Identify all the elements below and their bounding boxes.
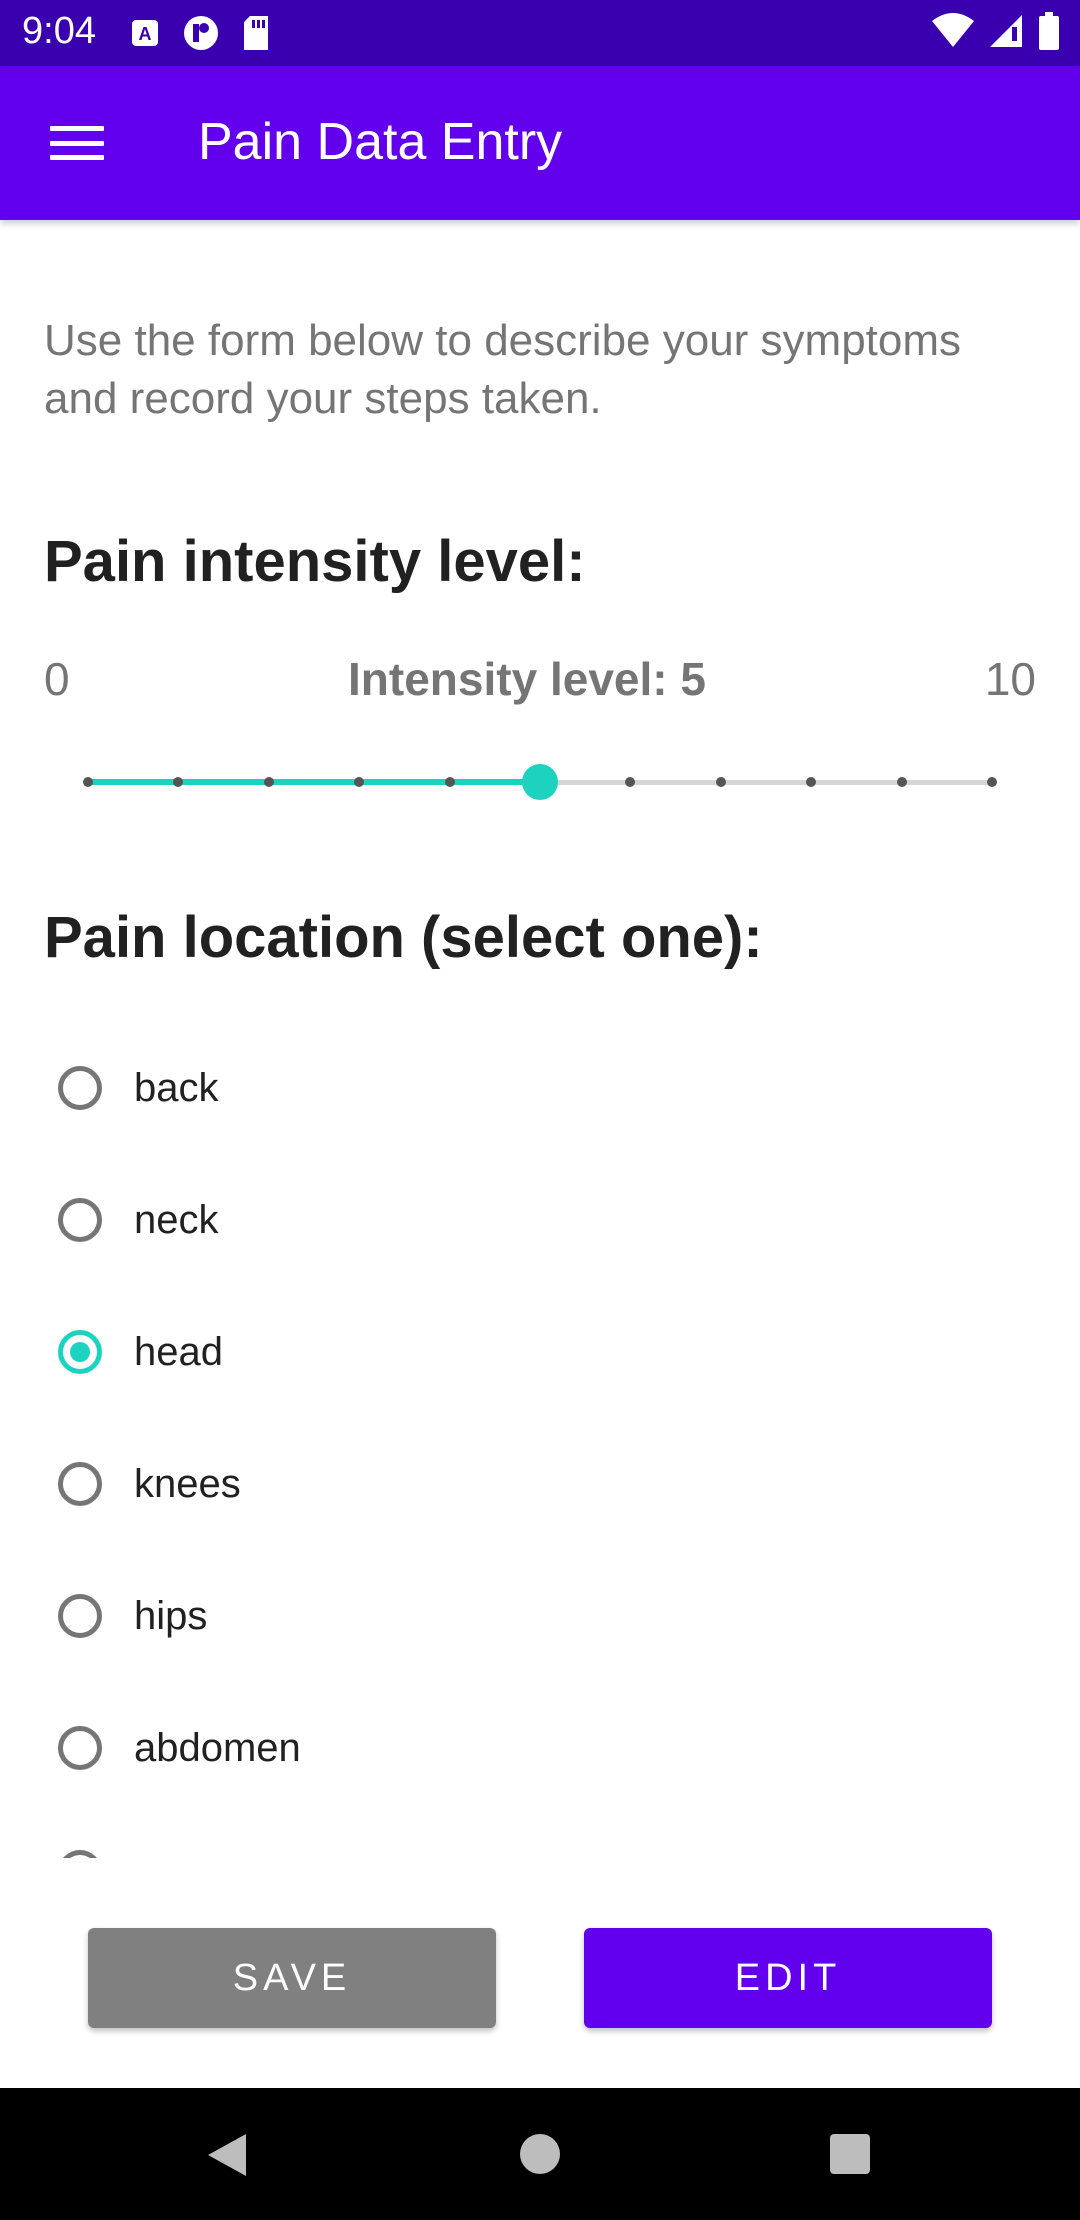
radio-label: knees xyxy=(134,1461,241,1506)
status-icons-left: A xyxy=(130,14,270,57)
intensity-value-label-wrap: Intensity level: 5 xyxy=(0,652,1080,706)
radio-label: back xyxy=(134,1065,219,1110)
slider-tick xyxy=(173,777,184,787)
signal-icon xyxy=(988,13,1024,54)
slider-thumb[interactable] xyxy=(522,764,558,800)
radio-option-abdomen[interactable]: abdomen xyxy=(58,1708,658,1788)
app-title: Pain Data Entry xyxy=(198,113,563,171)
slider-tick xyxy=(354,777,365,787)
home-icon[interactable] xyxy=(520,2134,560,2174)
recents-icon[interactable] xyxy=(830,2134,870,2174)
radio-button-checked[interactable] xyxy=(58,1330,102,1374)
slider-track-fill xyxy=(88,779,540,785)
radio-option-knees[interactable]: knees xyxy=(58,1444,658,1524)
status-time: 9:04 xyxy=(22,10,96,52)
intensity-heading: Pain intensity level: xyxy=(44,529,586,594)
radio-option-hips[interactable]: hips xyxy=(58,1576,658,1656)
save-button[interactable]: SAVE xyxy=(88,1928,496,2028)
status-bar: 9:04 A xyxy=(0,0,1080,66)
radio-option-back[interactable]: back xyxy=(58,1048,658,1128)
hamburger-menu-icon[interactable] xyxy=(40,116,114,170)
svg-text:A: A xyxy=(139,24,152,44)
intensity-slider[interactable] xyxy=(83,764,997,800)
radio-option-head[interactable]: head xyxy=(58,1312,658,1392)
radio-option-neck[interactable]: neck xyxy=(58,1180,658,1260)
radio-button[interactable] xyxy=(58,1594,102,1638)
slider-tick xyxy=(715,777,726,787)
slider-tick xyxy=(444,777,455,787)
intensity-value-label: Intensity level: 5 xyxy=(348,653,706,705)
data-saver-icon xyxy=(182,14,220,57)
slider-tick xyxy=(987,777,997,787)
slider-tick xyxy=(83,777,93,787)
slider-max-label: 10 xyxy=(984,653,1036,705)
slider-tick xyxy=(263,777,274,787)
radio-button[interactable] xyxy=(58,1066,102,1110)
radio-button[interactable] xyxy=(58,1726,102,1770)
radio-label: hips xyxy=(134,1593,208,1638)
radio-label: head xyxy=(134,1329,223,1374)
intro-text: Use the form below to describe your symp… xyxy=(44,316,962,423)
radio-button[interactable] xyxy=(58,1462,102,1506)
radio-option-clipped[interactable] xyxy=(58,1850,112,1858)
screen: 9:04 A Pain Data Entry Use the form belo… xyxy=(0,0,1080,2220)
radio-button[interactable] xyxy=(58,1198,102,1242)
radio-button[interactable] xyxy=(58,1850,102,1858)
slider-tick xyxy=(625,777,636,787)
status-icons-right xyxy=(932,12,1060,55)
slider-tick xyxy=(896,777,907,787)
back-icon[interactable] xyxy=(206,2132,250,2183)
wifi-icon xyxy=(932,13,974,54)
a11y-icon: A xyxy=(130,18,160,53)
app-bar: Pain Data Entry xyxy=(0,66,1080,220)
location-heading: Pain location (select one): xyxy=(44,905,763,970)
slider-tick xyxy=(806,777,817,787)
navigation-bar xyxy=(0,2088,1080,2220)
radio-label: neck xyxy=(134,1197,219,1242)
radio-label: abdomen xyxy=(134,1725,301,1770)
battery-icon xyxy=(1038,12,1060,55)
sd-card-icon xyxy=(242,16,270,55)
edit-button[interactable]: EDIT xyxy=(584,1928,992,2028)
